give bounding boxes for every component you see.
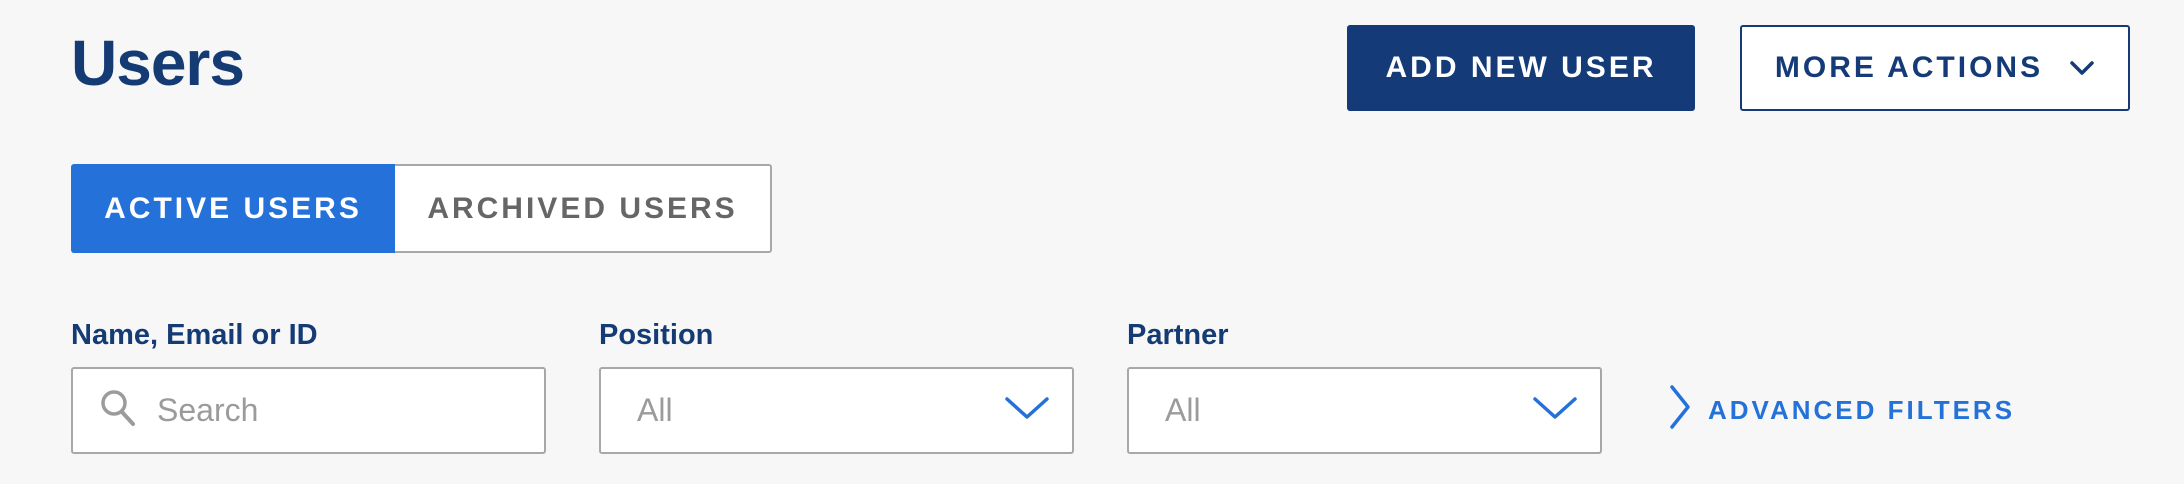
add-new-user-label: ADD NEW USER	[1385, 51, 1657, 84]
search-input[interactable]	[157, 392, 537, 429]
search-field	[71, 367, 546, 454]
advanced-filters-link[interactable]: ADVANCED FILTERS	[1668, 384, 2016, 437]
search-icon	[99, 388, 137, 433]
page-title: Users	[71, 27, 245, 99]
advanced-filters-label: ADVANCED FILTERS	[1708, 394, 2016, 425]
position-field-label: Position	[599, 319, 714, 351]
tab-active-users[interactable]: ACTIVE USERS	[71, 164, 395, 253]
tab-archived-users-label: ARCHIVED USERS	[427, 191, 738, 225]
tab-active-users-label: ACTIVE USERS	[104, 191, 362, 225]
user-status-tabs: ACTIVE USERS ARCHIVED USERS	[71, 164, 772, 253]
chevron-down-icon	[1004, 395, 1050, 426]
search-field-label: Name, Email or ID	[71, 319, 318, 351]
chevron-right-icon	[1668, 384, 1692, 437]
chevron-down-icon	[1532, 395, 1578, 426]
more-actions-label: MORE ACTIONS	[1774, 51, 2044, 84]
position-select[interactable]: All	[599, 367, 1074, 454]
chevron-down-icon	[2069, 60, 2095, 76]
more-actions-button[interactable]: MORE ACTIONS	[1740, 25, 2130, 111]
partner-field-label: Partner	[1127, 319, 1229, 351]
tab-archived-users[interactable]: ARCHIVED USERS	[395, 164, 772, 253]
partner-select[interactable]: All	[1127, 367, 1602, 454]
position-select-value: All	[637, 392, 673, 428]
add-new-user-button[interactable]: ADD NEW USER	[1347, 25, 1695, 111]
partner-select-value: All	[1165, 392, 1201, 428]
